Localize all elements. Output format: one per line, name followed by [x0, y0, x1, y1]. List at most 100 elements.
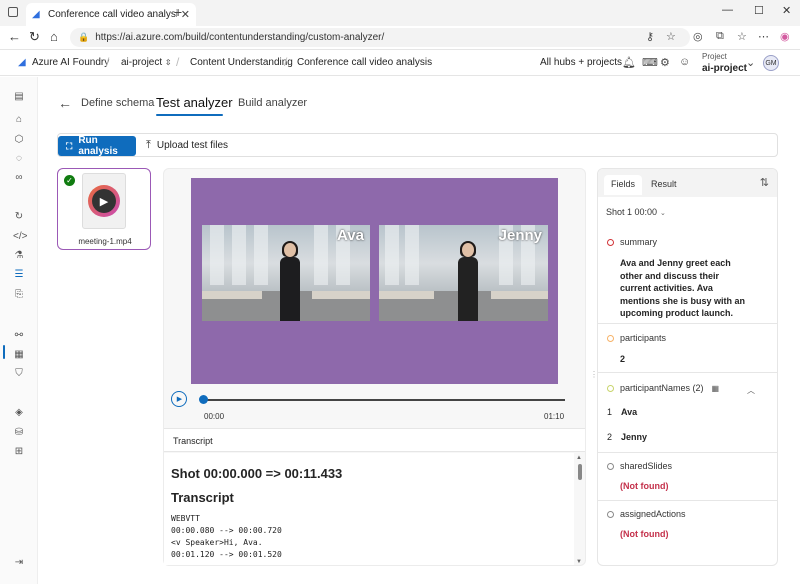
brand[interactable]: ◢ Azure AI Foundry	[18, 57, 109, 68]
favorites-icon[interactable]: ☆	[737, 30, 747, 43]
models-nav-icon[interactable]: ◈	[13, 407, 25, 419]
field-shared-slides: sharedSlides (Not found)	[598, 453, 777, 501]
run-analysis-button[interactable]: ⛶ Run analysis	[58, 135, 136, 157]
new-tab-button[interactable]: +	[174, 4, 182, 20]
test-file-card[interactable]: ▶ ✓ meeting-1.mp4	[57, 168, 151, 250]
speaker-label-ava: Ava	[337, 227, 364, 244]
chevron-down-icon[interactable]: ⌄	[746, 56, 755, 69]
list-item: 1 Ava	[607, 407, 638, 417]
scroll-thumb[interactable]	[578, 464, 582, 480]
seek-bar[interactable]	[203, 399, 565, 401]
table-icon[interactable]: ▦	[712, 384, 720, 393]
video-file-icon: ▶	[88, 185, 120, 217]
tab-build-analyzer[interactable]: Build analyzer	[238, 97, 307, 109]
safety-nav-icon[interactable]: ⛉	[13, 368, 25, 380]
field-value: (Not found)	[620, 481, 669, 491]
data-nav-icon[interactable]: ⛁	[13, 427, 25, 439]
agents-nav-icon[interactable]: ∞	[13, 172, 25, 184]
flask-nav-icon[interactable]: ⚗	[13, 250, 25, 262]
monitoring-nav-icon[interactable]: ▦	[13, 349, 25, 361]
current-time: 00:00	[204, 412, 225, 421]
play-button[interactable]: ▶	[171, 391, 187, 407]
playground-nav-icon[interactable]: ↻	[13, 211, 25, 223]
transcript-line: <v Speaker>Hi, Ava.	[171, 538, 263, 547]
seek-handle[interactable]	[199, 395, 208, 404]
key-icon[interactable]: ⚷	[646, 30, 654, 43]
favorite-star-icon[interactable]: ☆	[666, 30, 676, 43]
check-icon: ✓	[64, 175, 75, 186]
collections-icon[interactable]: ⧉	[716, 30, 724, 43]
catalog-nav-icon[interactable]: ⬡	[13, 134, 25, 146]
results-panel: Fields Result ⇅ Shot 1 00:00 ⌄ summary Av…	[597, 168, 778, 566]
connections-nav-icon[interactable]: ⊞	[13, 446, 25, 458]
lock-icon: 🔒	[78, 32, 90, 42]
breadcrumb-separator: /	[176, 55, 180, 69]
content-understanding-nav-icon[interactable]: ☰	[13, 269, 25, 281]
tab-define-schema[interactable]: Define schema	[81, 97, 154, 109]
file-name: meeting-1.mp4	[78, 237, 132, 246]
field-header: sharedSlides	[607, 461, 672, 471]
tab-test-analyzer[interactable]: Test analyzer	[156, 95, 233, 110]
browser-tab[interactable]: ◢ Conference call video analysis - A ✕	[26, 3, 196, 26]
video-frame-jenny: Jenny	[379, 225, 548, 321]
breadcrumb-separator: /	[284, 55, 288, 69]
bell-icon[interactable]: 🔔︎	[622, 56, 636, 69]
more-options-icon[interactable]: ⋯	[758, 30, 769, 43]
sign-out-icon[interactable]: ⇥	[13, 557, 25, 569]
chevron-up-icon[interactable]: ︿	[747, 385, 755, 396]
extensions-icon[interactable]: ◎	[693, 30, 703, 43]
scroll-up-icon[interactable]: ▲	[576, 455, 582, 461]
deployments-nav-icon[interactable]: ⚯	[13, 330, 25, 342]
feedback-icon[interactable]: ⌨	[642, 56, 658, 69]
back-icon[interactable]: ←	[8, 29, 21, 44]
window-close-icon[interactable]: ✕	[782, 4, 791, 17]
speaker-label-jenny: Jenny	[498, 227, 542, 244]
tab-fields[interactable]: Fields	[604, 175, 643, 195]
gear-icon[interactable]: ⚙	[660, 56, 670, 69]
scan-icon: ⛶	[66, 140, 73, 151]
copilot-icon[interactable]: ◉	[780, 30, 790, 43]
maximize-icon[interactable]: ☐	[754, 4, 764, 17]
transcript-header: Transcript	[164, 428, 585, 452]
project-name[interactable]: ai-project	[702, 63, 747, 74]
scroll-down-icon[interactable]: ▼	[576, 559, 582, 565]
field-summary: summary Ava and Jenny greet each other a…	[598, 225, 777, 324]
back-arrow-icon[interactable]: ←	[58, 95, 72, 111]
minimize-icon[interactable]: —	[722, 4, 733, 16]
field-name: assignedActions	[620, 509, 686, 519]
app-header: ◢ Azure AI Foundry / ai-project ⇳ / Cont…	[0, 50, 800, 76]
refresh-icon[interactable]: ↻	[29, 29, 40, 45]
tab-actions-icon[interactable]	[8, 7, 18, 17]
field-header: summary	[607, 237, 657, 247]
home-nav-icon[interactable]: ⌂	[13, 114, 25, 126]
tab-result[interactable]: Result	[644, 175, 684, 195]
field-value: Ava and Jenny greet each other and discu…	[620, 258, 746, 318]
field-header[interactable]: participantNames (2) ▦	[607, 383, 719, 393]
all-hubs-link[interactable]: All hubs + projects	[540, 57, 622, 68]
upload-label: Upload test files	[156, 140, 229, 151]
breadcrumb-content-understanding[interactable]: Content Understanding	[190, 57, 293, 68]
field-name: summary	[620, 237, 658, 247]
sort-icon[interactable]: ⇅	[760, 176, 769, 189]
toolbar: ⛶ Run analysis ⤒ Upload test files	[57, 133, 778, 157]
shot-selector[interactable]: Shot 1 00:00 ⌄	[606, 207, 666, 217]
field-name: sharedSlides	[620, 461, 673, 471]
results-tabs: Fields Result ⇅	[598, 169, 777, 197]
transcript-content: Shot 00:00.000 => 00:11.433 Transcript W…	[164, 453, 574, 565]
foundry-logo-icon: ◢	[18, 57, 26, 68]
code-nav-icon[interactable]: </>	[13, 231, 27, 243]
brand-name: Azure AI Foundry	[32, 57, 110, 68]
fine-tuning-nav-icon[interactable]: ⎘	[13, 289, 25, 301]
chat-nav-icon[interactable]: ◌	[13, 153, 25, 165]
upload-test-files-button[interactable]: ⤒ Upload test files	[146, 139, 228, 152]
smiley-icon[interactable]: ☺	[679, 56, 690, 68]
collapse-nav-icon[interactable]: ▤	[13, 91, 25, 103]
avatar[interactable]: GM	[763, 55, 779, 71]
field-header: assignedActions	[607, 509, 686, 519]
field-value: (Not found)	[620, 529, 669, 539]
breadcrumb-project[interactable]: ai-project ⇳	[121, 57, 172, 68]
url-field[interactable]: 🔒 https://ai.azure.com/build/contentunde…	[70, 28, 690, 47]
azure-favicon-icon: ◢	[32, 8, 40, 20]
transcript-scrollbar[interactable]: ▲ ▼	[576, 455, 584, 565]
home-icon[interactable]: ⌂	[50, 29, 58, 44]
